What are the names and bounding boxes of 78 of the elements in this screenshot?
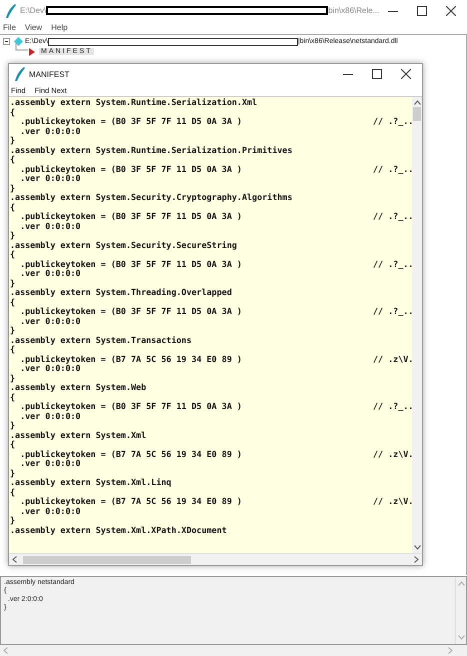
code-line: .ver 0:0:0:0 [19,269,81,278]
code-line: { [10,298,16,307]
code-line: .ver 0:0:0:0 [19,364,81,374]
code-line: .assembly extern System.Runtime.Serialization.Xml [10,98,258,108]
code-line: .publickeytoken = (B0 3F 5F 7F 11 D5 0A 3A ) [19,164,243,174]
code-line: .publickeytoken = (B7 7A 5C 56 19 34 E0 89 ) [19,354,243,364]
code-comment: // .?_.. [373,307,412,316]
code-line: .assembly extern System.Threading.Overlapped [10,288,233,298]
code-line: { [10,202,16,212]
scroll-right-icon[interactable] [414,556,419,563]
code-line: .ver 0:0:0:0 [19,459,81,468]
scroll-thumb[interactable] [413,107,421,121]
code-line: .ver 0:0:0:0 [19,174,81,184]
code-line: } [10,278,16,288]
maximize-icon[interactable] [417,6,427,16]
code-line: { [10,155,16,164]
code-comment: // .?_.. [373,212,412,222]
code-line: .publickeytoken = (B7 7A 5C 56 19 34 E0 89 ) [19,497,243,506]
code-line: .publickeytoken = (B0 3F 5F 7F 11 D5 0A 3A ) [19,212,243,222]
scroll-left-icon[interactable] [12,556,17,563]
code-line: .assembly extern System.Xml [10,430,148,440]
code-comment: // .?_.. [373,260,412,269]
quill-icon [5,4,17,18]
diamond-icon [14,37,23,46]
code-line: .ver 0:0:0:0 [19,412,81,421]
code-comment: // .?_.. [373,402,412,412]
maximize-icon[interactable] [372,69,382,79]
code-line: { [10,440,16,450]
code-comment: // .z\V. [373,354,412,364]
menu-item[interactable]: File [3,22,16,32]
scroll-up-icon[interactable] [414,100,420,105]
code-line: .ver 0:0:0:0 [19,222,81,231]
code-line: .assembly extern System.Transactions [10,336,193,345]
horizontal-scrollbar[interactable] [9,553,422,565]
window-title: bin\x86\Rele... [328,6,380,15]
window-title: E:\Dev\ [20,6,46,15]
code-line: { [10,250,16,260]
window-title: MANIFEST [29,70,70,78]
code-line: .publickeytoken = (B0 3F 5F 7F 11 D5 0A 3A ) [19,117,243,126]
code-line: { [10,392,16,402]
code-comment: // .z\V. [373,497,412,506]
code-line: .assembly extern System.Xml.Linq [10,478,172,488]
code-line: .assembly extern System.Xml.XPath.XDocument [10,526,228,535]
close-icon[interactable] [401,69,411,79]
code-line: .publickeytoken = (B7 7A 5C 56 19 34 E0 89 ) [19,450,243,459]
menu-item[interactable]: Help [51,22,68,32]
code-line: .publickeytoken = (B0 3F 5F 7F 11 D5 0A 3A ) [19,402,243,412]
code-line: } [10,326,16,336]
code-line: } [10,421,16,430]
scroll-down-icon[interactable] [414,545,420,550]
code-line: } [10,136,16,146]
collapse-icon[interactable] [3,38,10,45]
code-comment: // .?_.. [373,164,412,174]
code-line: } [10,184,16,193]
menu-item[interactable]: View [24,22,42,32]
vertical-scrollbar[interactable] [412,97,422,553]
code-line: { [10,108,16,117]
code-line: .ver 0:0:0:0 [19,316,81,326]
code-line: } [10,468,16,478]
scroll-thumb[interactable] [23,556,191,564]
code-line: .assembly extern System.Web [10,383,148,392]
code-line: { [10,345,16,354]
triangle-icon [29,48,35,56]
code-line: .publickeytoken = (B0 3F 5F 7F 11 D5 0A 3A ) [19,260,243,269]
code-line: .assembly extern System.Runtime.Serialization.Primitives [10,146,294,155]
code-line: .publickeytoken = (B0 3F 5F 7F 11 D5 0A 3A ) [19,307,243,316]
code-line: { [10,488,16,497]
code-line: .assembly extern System.Security.SecureString [10,240,238,250]
code-line: } [10,516,16,526]
code-line: .assembly extern System.Security.Cryptography.Algorithms [10,193,294,202]
code-line: } [10,231,16,240]
code-comment: // .?_.. [373,117,412,126]
code-line: .ver 0:0:0:0 [19,506,81,516]
code-comment: // .z\V. [373,450,412,459]
code-line: .ver 0:0:0:0 [19,126,81,136]
code-line: } [10,374,16,383]
quill-icon [14,67,26,81]
close-icon[interactable] [446,6,456,16]
